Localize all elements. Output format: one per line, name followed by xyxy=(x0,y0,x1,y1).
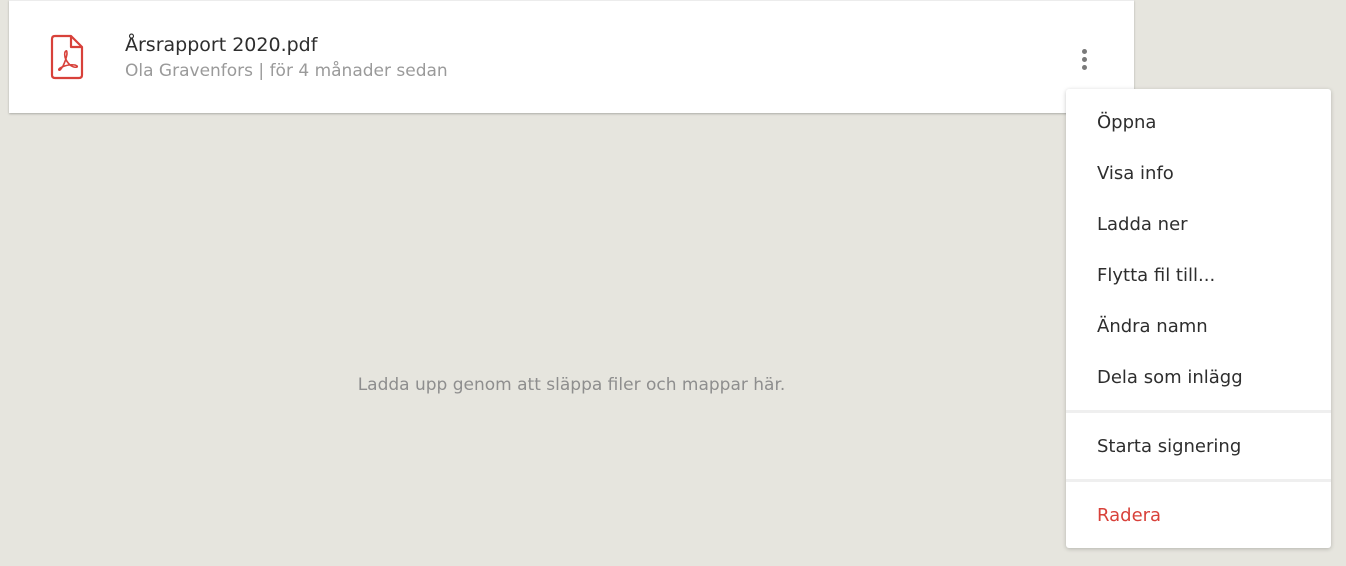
menu-divider xyxy=(1066,410,1331,413)
menu-item-download[interactable]: Ladda ner xyxy=(1066,199,1331,250)
file-meta: Ola Gravenfors | för 4 månader sedan xyxy=(125,61,448,81)
file-name[interactable]: Årsrapport 2020.pdf xyxy=(125,34,317,56)
file-context-menu: Öppna Visa info Ladda ner Flytta fil til… xyxy=(1066,89,1331,548)
file-list-card: Årsrapport 2020.pdf Ola Gravenfors | för… xyxy=(9,0,1134,113)
menu-divider xyxy=(1066,479,1331,482)
kebab-dot-icon xyxy=(1081,56,1087,62)
menu-item-start-signing[interactable]: Starta signering xyxy=(1066,421,1331,472)
file-row[interactable]: Årsrapport 2020.pdf Ola Gravenfors | för… xyxy=(9,3,1134,114)
menu-item-show-info[interactable]: Visa info xyxy=(1066,148,1331,199)
menu-item-delete[interactable]: Radera xyxy=(1066,490,1331,541)
dropzone-hint: Ladda upp genom att släppa filer och map… xyxy=(357,375,786,395)
menu-item-open[interactable]: Öppna xyxy=(1066,97,1331,148)
more-options-button[interactable] xyxy=(1069,41,1099,77)
pdf-file-icon xyxy=(49,33,85,81)
file-browser: Årsrapport 2020.pdf Ola Gravenfors | för… xyxy=(0,0,1346,566)
kebab-dot-icon xyxy=(1081,64,1087,70)
menu-item-rename[interactable]: Ändra namn xyxy=(1066,301,1331,352)
menu-item-move-file[interactable]: Flytta fil till... xyxy=(1066,250,1331,301)
menu-item-share-as-post[interactable]: Dela som inlägg xyxy=(1066,352,1331,403)
kebab-dot-icon xyxy=(1081,48,1087,54)
